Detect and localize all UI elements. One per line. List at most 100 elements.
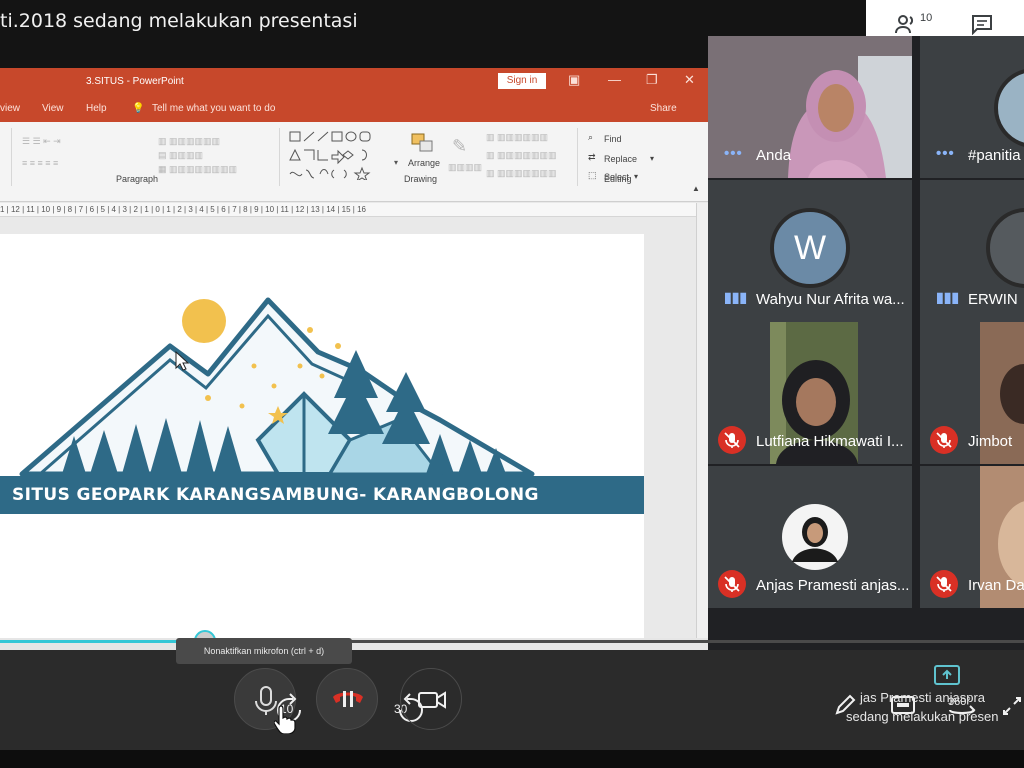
lightbulb-icon: 💡 bbox=[132, 103, 145, 114]
player-controls: 10 30 360° jas Pramesti anjaspra sedang … bbox=[0, 650, 1024, 750]
slide-banner-text: SITUS GEOPARK KARANGSAMBUNG- KARANGBOLON… bbox=[12, 485, 539, 505]
drawing-label: Drawing bbox=[404, 174, 438, 184]
participant-name: Anda bbox=[756, 147, 792, 164]
participant-avatar-wahyu: W bbox=[770, 208, 850, 288]
chat-button[interactable] bbox=[970, 13, 994, 35]
people-button[interactable]: 10 bbox=[894, 12, 933, 35]
replace-button[interactable]: Replace bbox=[604, 154, 637, 164]
quick-styles-icon[interactable]: ✎ bbox=[452, 136, 467, 157]
people-icon bbox=[895, 15, 914, 34]
mic-muted-icon bbox=[930, 570, 958, 598]
participant-tile-wahyu[interactable]: W ▮▮▮ Wahyu Nur Afrita wa... bbox=[708, 180, 912, 322]
slide-banner: SITUS GEOPARK KARANGSAMBUNG- KARANGBOLON… bbox=[0, 476, 644, 514]
shape-fill-button[interactable]: ▥ ▥▥▥▥▥▥ bbox=[486, 132, 548, 143]
select-chevron-icon[interactable]: ▾ bbox=[634, 172, 638, 181]
restore-icon[interactable]: ❐ bbox=[646, 72, 658, 88]
fullscreen-icon bbox=[1003, 697, 1021, 715]
audio-wave-icon: ▮▮▮ bbox=[724, 289, 748, 305]
align-icon[interactable]: ≡ ≡ ≡ ≡ ≡ bbox=[22, 158, 58, 168]
bottom-black-bar bbox=[0, 750, 1024, 768]
ppt-menu-bar: view View Help 💡 Tell me what you want t… bbox=[0, 96, 708, 122]
participant-name: Anjas Pramesti anjas... bbox=[756, 577, 910, 594]
select-icon: ⬚ bbox=[588, 170, 597, 180]
people-count: 10 bbox=[920, 12, 933, 24]
shape-effects-button[interactable]: ▥ ▥▥▥▥▥▥▥ bbox=[486, 168, 557, 179]
align-text-icon[interactable]: ▤ ▥▥▥▥ bbox=[158, 150, 203, 161]
participant-avatar-anjas bbox=[782, 504, 848, 570]
ppt-ruler: 1 | 12 | 11 | 10 | 9 | 8 | 7 | 6 | 5 | 4… bbox=[0, 203, 696, 217]
participant-tile-panitia[interactable]: ••• #panitia bbox=[920, 36, 1024, 178]
mic-muted-icon bbox=[930, 426, 958, 454]
editing-label: Editing bbox=[604, 174, 632, 184]
chat-icon bbox=[972, 15, 993, 35]
participant-avatar-panitia bbox=[994, 68, 1024, 148]
mic-muted-icon bbox=[718, 426, 746, 454]
minimize-icon[interactable]: — bbox=[608, 72, 621, 87]
hand-cursor-icon bbox=[274, 705, 296, 734]
shared-screen: 3.SITUS - PowerPoint Sign in ▣ — ❐ ✕ vie… bbox=[0, 68, 708, 650]
text-direction-icon[interactable]: ▥ ▥▥▥▥▥▥ bbox=[158, 136, 220, 147]
play-pause-button[interactable] bbox=[316, 668, 378, 730]
participant-tile-erwin[interactable]: ▮▮▮ ERWIN bbox=[920, 180, 1024, 322]
menu-view-partial[interactable]: view bbox=[0, 103, 20, 114]
menu-help[interactable]: Help bbox=[86, 103, 107, 114]
video-progress-fill bbox=[0, 640, 205, 643]
ribbon-group-partial bbox=[0, 128, 12, 186]
present-now-button[interactable] bbox=[932, 664, 962, 688]
participant-name: ERWIN bbox=[968, 291, 1018, 308]
present-icon bbox=[934, 665, 960, 685]
replace-chevron-icon[interactable]: ▾ bbox=[650, 154, 654, 163]
participant-name: #panitia bbox=[968, 147, 1021, 164]
replace-icon: ⇄ bbox=[588, 152, 596, 162]
ribbon-collapse-icon[interactable]: ▲ bbox=[692, 184, 700, 193]
ribbon-group-editing: ⌕ Find ⇄ Replace ▾ ⬚ Select ▾ Editing bbox=[580, 128, 660, 186]
smartart-icon[interactable]: ▦ ▥▥▥▥▥▥▥▥ bbox=[158, 164, 237, 175]
paragraph-label: Paragraph bbox=[116, 174, 159, 184]
pause-icon bbox=[333, 691, 363, 707]
ppt-sign-in-button[interactable]: Sign in bbox=[498, 73, 546, 89]
camera-icon bbox=[418, 691, 446, 709]
bullets-icon[interactable]: ☰ ☰ ⇤ ⇥ bbox=[22, 136, 61, 147]
ribbon-group-paragraph: ☰ ☰ ⇤ ⇥ ≡ ≡ ≡ ≡ ≡ ▥ ▥▥▥▥▥▥ ▤ ▥▥▥▥ ▦ ▥▥▥▥… bbox=[12, 128, 280, 186]
camera-toggle-button[interactable] bbox=[400, 668, 462, 730]
tell-me-search[interactable]: Tell me what you want to do bbox=[152, 103, 275, 114]
ppt-doc-title: 3.SITUS - PowerPoint bbox=[86, 76, 184, 87]
shapes-gallery[interactable] bbox=[288, 130, 394, 180]
ribbon-group-drawing: ▾ Arrange ✎ ▥▥▥▥ ▥ ▥▥▥▥▥▥ ▥ ▥▥▥▥▥▥▥ ▥ ▥▥… bbox=[282, 128, 578, 186]
arrange-button[interactable]: Arrange bbox=[408, 158, 440, 168]
participant-tile-anda[interactable]: ••• Anda bbox=[708, 36, 912, 178]
video-progress-bar[interactable] bbox=[0, 630, 1024, 652]
presenting-notice-line1: jas Pramesti anjaspra bbox=[860, 690, 985, 705]
audio-wave-icon: ▮▮▮ bbox=[936, 289, 960, 305]
shapes-more-icon[interactable]: ▾ bbox=[394, 158, 398, 167]
participant-name: Wahyu Nur Afrita wa... bbox=[756, 291, 905, 308]
shape-outline-button[interactable]: ▥ ▥▥▥▥▥▥▥ bbox=[486, 150, 557, 161]
mic-muted-icon bbox=[718, 570, 746, 598]
quick-styles-button[interactable]: ▥▥▥▥ bbox=[448, 162, 482, 173]
participant-tile-jimbot[interactable]: Jimbot bbox=[920, 322, 1024, 464]
participant-name: Lutfiana Hikmawati I... bbox=[756, 433, 904, 450]
geopark-logo-illustration bbox=[19, 297, 535, 477]
arrange-icon bbox=[411, 133, 433, 152]
participants-grid: ••• Anda ••• #panitia W ▮▮▮ Wahyu Nur Af… bbox=[708, 36, 1024, 650]
menu-view[interactable]: View bbox=[42, 103, 64, 114]
participant-tile-lutfiana[interactable]: Lutfiana Hikmawati I... bbox=[708, 322, 912, 464]
participant-name: Jimbot bbox=[968, 433, 1013, 450]
ppt-ribbon: ☰ ☰ ⇤ ⇥ ≡ ≡ ≡ ≡ ≡ ▥ ▥▥▥▥▥▥ ▤ ▥▥▥▥ ▦ ▥▥▥▥… bbox=[0, 122, 708, 202]
meet-window: ti.2018 sedang melakukan presentasi 10 3… bbox=[0, 0, 1024, 768]
meeting-title: ti.2018 sedang melakukan presentasi bbox=[0, 10, 358, 32]
find-button[interactable]: Find bbox=[604, 134, 622, 144]
ribbon-display-icon[interactable]: ▣ bbox=[568, 72, 580, 88]
participant-name: Irvan Da bbox=[968, 577, 1024, 594]
menu-share[interactable]: Share bbox=[650, 103, 677, 114]
slide-canvas: SITUS GEOPARK KARANGSAMBUNG- KARANGBOLON… bbox=[0, 234, 644, 650]
speaking-indicator-icon: ••• bbox=[936, 145, 955, 162]
fullscreen-button[interactable] bbox=[1000, 694, 1024, 718]
participant-avatar-erwin bbox=[986, 208, 1024, 288]
ppt-vertical-scrollbar[interactable] bbox=[696, 203, 708, 650]
participant-tile-irvan[interactable]: Irvan Da bbox=[920, 466, 1024, 608]
ppt-title-bar: 3.SITUS - PowerPoint Sign in ▣ — ❐ ✕ bbox=[0, 68, 708, 96]
participant-tile-anjas[interactable]: Anjas Pramesti anjas... bbox=[708, 466, 912, 608]
close-icon[interactable]: ✕ bbox=[684, 72, 695, 88]
presenting-notice: jas Pramesti anjaspra sedang melakukan p… bbox=[846, 688, 999, 726]
